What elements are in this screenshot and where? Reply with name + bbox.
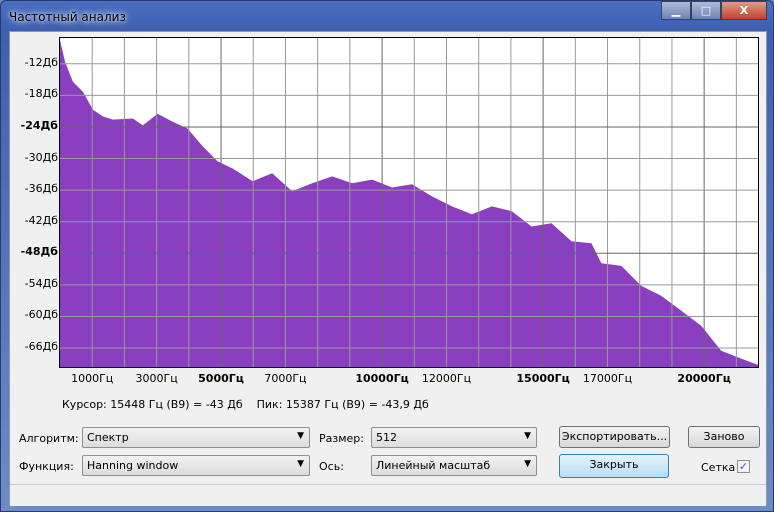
dropdown-arrow-icon: ▼ xyxy=(297,431,304,441)
x-tick-label: 1000Гц xyxy=(71,372,114,385)
close-window-button[interactable]: X xyxy=(721,1,767,20)
cursor-readout: Курсор: 15448 Гц (B9) = -43 Дб xyxy=(62,398,243,411)
y-tick-label: -42Дб xyxy=(24,213,58,227)
function-label: Функция: xyxy=(19,460,74,473)
dropdown-arrow-icon: ▼ xyxy=(524,431,531,441)
dropdown-arrow-icon: ▼ xyxy=(297,459,304,469)
close-button[interactable]: Закрыть xyxy=(559,454,669,478)
maximize-button[interactable]: □ xyxy=(691,1,721,20)
size-select[interactable]: 512 ▼ xyxy=(371,427,537,448)
y-tick-label: -18Дб xyxy=(24,87,58,101)
grid-checkbox[interactable]: ✓ xyxy=(737,460,750,473)
redo-button[interactable]: Заново xyxy=(688,426,760,448)
dialog-client: Курсор: 15448 Гц (B9) = -43 Дб Пик: 1538… xyxy=(9,31,767,506)
y-tick-label: -66Дб xyxy=(24,340,58,354)
x-tick-label: 7000Гц xyxy=(264,372,307,385)
window-title: Частотный анализ xyxy=(9,10,126,24)
y-tick-label: -12Дб xyxy=(24,55,58,69)
y-tick-label: -30Дб xyxy=(24,150,58,164)
x-tick-label: 3000Гц xyxy=(135,372,178,385)
spectrum-plot[interactable] xyxy=(59,37,759,368)
info-line: Курсор: 15448 Гц (B9) = -43 Дб Пик: 1538… xyxy=(62,398,429,411)
algorithm-value: Спектр xyxy=(87,431,129,444)
y-tick-label: -24Дб xyxy=(20,118,58,132)
x-tick-label: 12000Гц xyxy=(421,372,472,385)
size-value: 512 xyxy=(376,431,397,444)
x-tick-label: 10000Гц xyxy=(355,372,409,385)
y-tick-label: -36Дб xyxy=(24,182,58,196)
status-bar xyxy=(10,484,766,506)
axis-select[interactable]: Линейный масштаб ▼ xyxy=(371,455,537,476)
axis-value: Линейный масштаб xyxy=(376,459,491,472)
spectrum-area xyxy=(60,40,758,367)
function-value: Hanning window xyxy=(87,459,179,472)
grid-label: Сетка xyxy=(701,461,736,474)
dropdown-arrow-icon: ▼ xyxy=(524,459,531,469)
export-button[interactable]: Экспортировать... xyxy=(559,426,670,448)
size-label: Размер: xyxy=(319,432,364,445)
y-tick-label: -54Дб xyxy=(24,276,58,290)
minimize-button[interactable]: ▁ xyxy=(661,1,691,20)
peak-readout: Пик: 15387 Гц (B9) = -43,9 Дб xyxy=(256,398,429,411)
axis-label: Ось: xyxy=(319,460,344,473)
spectrum-chart xyxy=(60,38,758,367)
x-tick-label: 17000Гц xyxy=(582,372,633,385)
algorithm-label: Алгоритм: xyxy=(19,432,79,445)
algorithm-select[interactable]: Спектр ▼ xyxy=(82,427,310,448)
window: Частотный анализ ▁ □ X Курсор: 15448 Гц … xyxy=(0,0,774,512)
x-tick-label: 15000Гц xyxy=(516,372,570,385)
y-tick-label: -60Дб xyxy=(24,308,58,322)
function-select[interactable]: Hanning window ▼ xyxy=(82,455,310,476)
y-tick-label: -48Дб xyxy=(20,245,58,259)
x-tick-label: 5000Гц xyxy=(198,372,244,385)
x-tick-label: 20000Гц xyxy=(677,372,731,385)
